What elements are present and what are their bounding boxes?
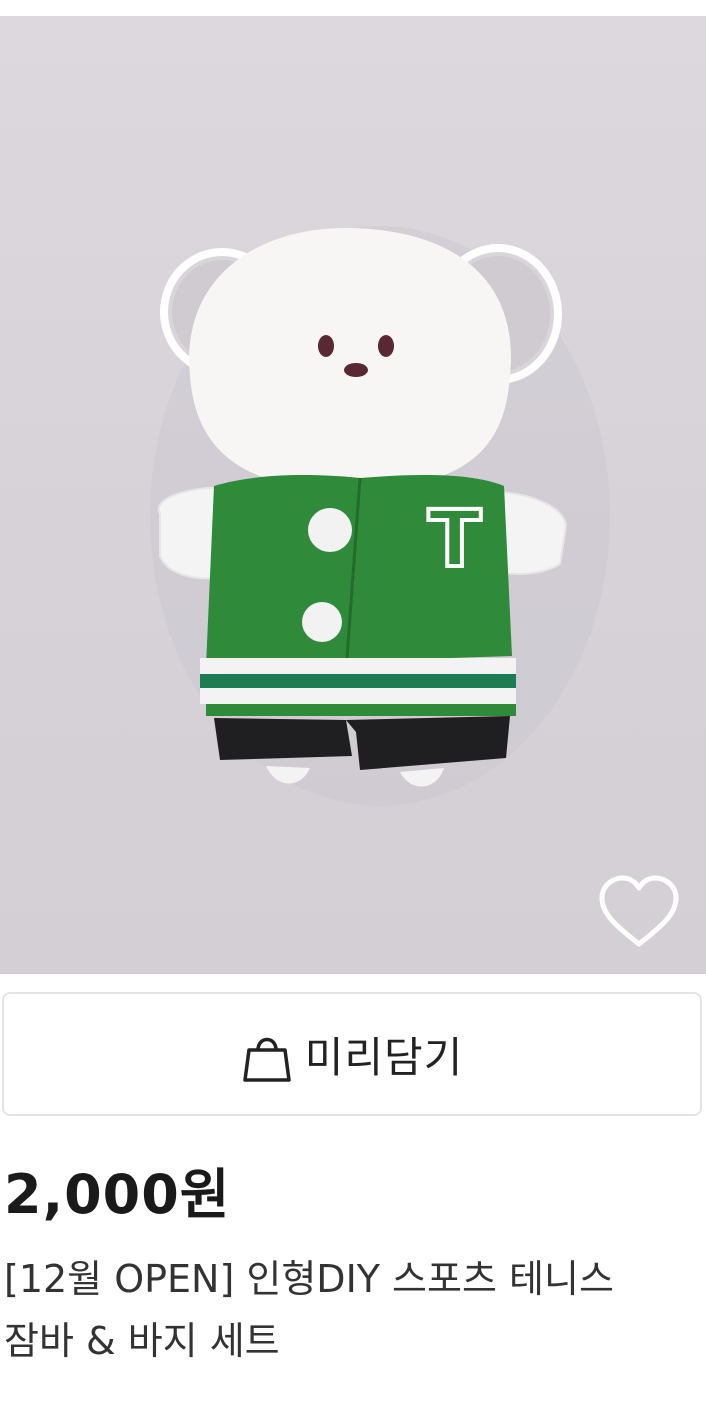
svg-text:T: T: [428, 495, 481, 585]
cart-button-label: 미리담기: [304, 1032, 464, 1082]
doll-photo: T: [150, 226, 610, 806]
product-image[interactable]: T: [0, 16, 706, 974]
add-to-cart-button[interactable]: 미리담기: [2, 992, 702, 1116]
heart-outline-icon[interactable]: [596, 874, 682, 950]
top-divider: [0, 0, 706, 16]
product-price: 2,000원: [4, 1163, 231, 1226]
product-title[interactable]: [12월 OPEN] 인형DIY 스포츠 테니스 잠바 & 바지 세트: [4, 1248, 694, 1372]
product-card[interactable]: T 미리담기 2,000원 [12월 OPEN] 인형DIY 스포츠 테니스 잠…: [0, 0, 706, 1410]
shopping-bag-icon: [242, 1037, 291, 1082]
